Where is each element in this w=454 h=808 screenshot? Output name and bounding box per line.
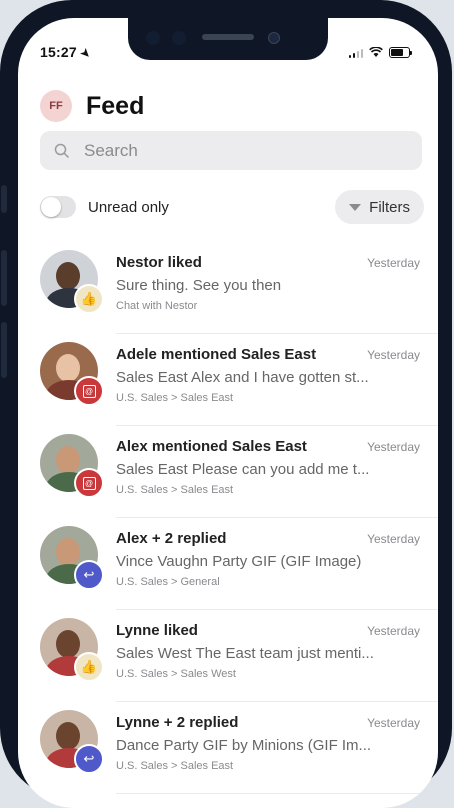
filter-row: Unread only Filters (40, 190, 424, 224)
mention-icon: @ (74, 468, 104, 498)
volume-down-button (1, 322, 7, 378)
thumbs-up-glyph: 👍 (80, 291, 98, 306)
phone-bezel: 15:27➤ FF Feed Unread only Filters (0, 0, 452, 808)
location-arrow-icon: ➤ (77, 46, 93, 62)
filters-button[interactable]: Filters (335, 190, 424, 224)
feed-item-preview: Sales East Please can you add me t... (116, 461, 370, 478)
volume-up-button (1, 250, 7, 306)
reply-arrow-glyph: ↩ (83, 751, 95, 766)
feed-item-context: Chat with Nestor (116, 300, 198, 312)
feed-item-time: Yesterday (367, 532, 420, 546)
page-title: Feed (86, 91, 145, 120)
reply-icon: ↩ (74, 744, 104, 774)
status-time-text: 15:27 (40, 44, 77, 60)
battery-icon (389, 47, 412, 58)
feed-item-time: Yesterday (367, 716, 420, 730)
thumbs-up-glyph: 👍 (80, 659, 98, 674)
feed-item[interactable]: @ Adele mentioned Sales East Yesterday Sale… (18, 334, 438, 426)
filters-button-label: Filters (369, 198, 410, 216)
feed-item-title: Adele mentioned Sales East (116, 346, 317, 363)
activity-feed: 👍 Nestor liked Yesterday Sure thing. See yo… (18, 242, 438, 794)
feed-item-context: U.S. Sales > Sales East (116, 760, 234, 772)
mention-icon: @ (74, 376, 104, 406)
wifi-icon (369, 46, 383, 58)
status-time: 15:27➤ (40, 44, 93, 61)
user-avatar[interactable]: FF (40, 90, 72, 122)
unread-only-toggle[interactable] (40, 196, 76, 218)
status-icons (348, 46, 412, 58)
feed-item-context: U.S. Sales > Sales East (116, 392, 234, 404)
front-camera (268, 32, 280, 44)
signal-icon (348, 48, 363, 58)
mute-switch (1, 185, 7, 213)
feed-item-title: Alex mentioned Sales East (116, 438, 307, 455)
mention-glyph: @ (82, 384, 96, 398)
feed-item-context: U.S. Sales > Sales East (116, 484, 234, 496)
toggle-knob (41, 197, 61, 217)
feed-item-title: Lynne liked (116, 622, 198, 639)
feed-item[interactable]: ↩ Lynne + 2 replied Yesterday Dance Party G… (18, 702, 438, 794)
feed-item[interactable]: 👍 Lynne liked Yesterday Sales West The East… (18, 610, 438, 702)
sensor-icon (172, 31, 186, 45)
feed-item-preview: Vince Vaughn Party GIF (GIF Image) (116, 553, 362, 570)
feed-item[interactable]: 👍 Nestor liked Yesterday Sure thing. See yo… (18, 242, 438, 334)
like-icon: 👍 (74, 652, 104, 682)
unread-only-label: Unread only (88, 198, 169, 216)
feed-item-preview: Sales West The East team just menti... (116, 645, 374, 662)
reply-icon: ↩ (74, 560, 104, 590)
feed-item-title: Nestor liked (116, 254, 202, 271)
feed-item-time: Yesterday (367, 624, 420, 638)
feed-item-preview: Sure thing. See you then (116, 277, 282, 294)
feed-item-context: U.S. Sales > General (116, 576, 220, 588)
divider (116, 793, 438, 794)
notch (128, 18, 328, 60)
search-icon (54, 143, 70, 158)
feed-item-time: Yesterday (367, 440, 420, 454)
feed-item-time: Yesterday (367, 348, 420, 362)
mention-glyph: @ (82, 476, 96, 490)
feed-item[interactable]: @ Alex mentioned Sales East Yesterday Sales… (18, 426, 438, 518)
feed-item-title: Lynne + 2 replied (116, 714, 239, 731)
search-bar[interactable] (40, 131, 422, 170)
funnel-icon (349, 203, 362, 211)
speaker-grille (202, 34, 254, 40)
reply-arrow-glyph: ↩ (83, 567, 95, 582)
search-input[interactable] (82, 139, 386, 162)
feed-item-preview: Sales East Alex and I have gotten st... (116, 369, 369, 386)
feed-item-title: Alex + 2 replied (116, 530, 227, 547)
feed-header: FF Feed (40, 90, 144, 122)
feed-item[interactable]: ↩ Alex + 2 replied Yesterday Vince Vaughn P… (18, 518, 438, 610)
feed-item-context: U.S. Sales > Sales West (116, 668, 236, 680)
feed-item-time: Yesterday (367, 256, 420, 270)
feed-item-preview: Dance Party GIF by Minions (GIF Im... (116, 737, 372, 754)
sensor-icon (146, 31, 160, 45)
phone-screen: 15:27➤ FF Feed Unread only Filters (18, 18, 438, 808)
like-icon: 👍 (74, 284, 104, 314)
